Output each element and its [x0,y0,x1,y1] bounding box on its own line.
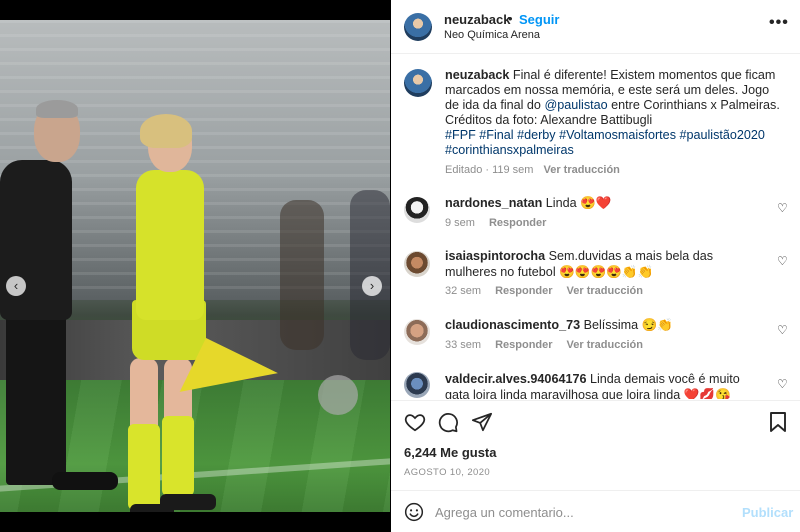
comment-text: claudionascimento_73 Belíssima 😏👏 [445,318,765,334]
comment-text: nardones_natan Linda 😍❤️ [445,196,765,212]
next-arrow-icon[interactable]: › [362,276,382,296]
post-date: AGOSTO 10, 2020 [404,467,491,478]
coach-legs [6,315,66,485]
author-username[interactable]: neuzaback [444,12,510,27]
pitchside-microphone [318,375,358,415]
hashtags[interactable]: #FPF #Final #derby #Voltamosmaisfortes #… [445,128,785,158]
comment-body: Belíssima 😏👏 [583,318,674,332]
caption-avatar[interactable] [404,69,432,97]
commenter-avatar[interactable] [404,319,430,345]
referee-sock [162,416,194,496]
see-translation-button[interactable]: Ver traducción [567,339,643,351]
referee-sock [128,424,160,510]
comment-time: 9 sem [445,217,475,229]
referee-shoe [160,494,216,510]
comment-like-heart-icon[interactable]: ♡ [777,254,788,268]
post-side-panel: neuzaback • Seguir Neo Química Arena •••… [391,0,800,532]
instagram-post-modal: ‹ › neuzaback • Seguir Neo Química Arena… [0,0,800,532]
coach-hair [36,100,78,118]
comment-like-heart-icon[interactable]: ♡ [777,323,788,337]
post-header: neuzaback • Seguir Neo Química Arena ••• [391,0,800,54]
comment-meta: 33 sem Responder Ver traducción [445,339,643,351]
background-person [350,190,390,360]
comment-body: Linda 😍❤️ [545,196,612,210]
share-send-icon[interactable] [471,411,493,433]
mention-link[interactable]: @paulistao [544,98,607,112]
comment-meta: 32 sem Responder Ver traducción [445,285,643,297]
follow-button[interactable]: Seguir [519,12,559,27]
add-comment-bar: Publicar [391,490,800,532]
post-photo: ‹ › [0,20,390,512]
publish-button[interactable]: Publicar [742,505,793,520]
location-link[interactable]: Neo Química Arena [444,29,540,41]
save-bookmark-icon[interactable] [769,411,787,433]
like-heart-icon[interactable] [404,411,426,433]
commenter-avatar[interactable] [404,372,430,398]
comment-username[interactable]: claudionascimento_73 [445,318,580,332]
comment-username[interactable]: valdecir.alves.94064176 [445,372,586,386]
coach-jacket [0,160,72,320]
coach-shoe [52,472,118,490]
separator-dot: • [508,11,513,26]
reply-button[interactable]: Responder [489,217,546,229]
more-options-icon[interactable]: ••• [769,14,789,32]
comment-time: 32 sem [445,285,482,297]
caption-meta: Editado · 119 sem Ver traducción [445,163,785,178]
edited-time: Editado · 119 sem [445,164,534,176]
reply-button[interactable]: Responder [495,339,552,351]
comment-bubble-icon[interactable] [437,411,459,433]
commenter-avatar[interactable] [404,197,430,223]
see-translation-button[interactable]: Ver traducción [543,164,619,176]
comment-like-heart-icon[interactable]: ♡ [777,201,788,215]
comment-username[interactable]: nardones_natan [445,196,542,210]
comment-text: isaiaspintorocha Sem.duvidas a mais bela… [445,249,765,280]
referee-hair [140,114,192,148]
see-translation-button[interactable]: Ver traducción [567,285,643,297]
commenter-avatar[interactable] [404,251,430,277]
emoji-smile-icon[interactable] [404,502,424,522]
comment-time: 33 sem [445,339,482,351]
comments-list[interactable]: neuzaback Final é diferente! Existem mom… [391,55,800,399]
comment-username[interactable]: isaiaspintorocha [445,249,545,263]
referee-jersey [136,170,204,320]
comment-like-heart-icon[interactable]: ♡ [777,377,788,391]
likes-count[interactable]: 6,244 Me gusta [404,445,497,460]
comment-input[interactable] [435,501,725,523]
author-avatar[interactable] [404,13,432,41]
caption-username[interactable]: neuzaback [445,68,509,82]
comment-text: valdecir.alves.94064176 Linda demais voc… [445,372,765,399]
reply-button[interactable]: Responder [495,285,552,297]
post-caption: neuzaback Final é diferente! Existem mom… [445,68,785,178]
prev-arrow-icon[interactable]: ‹ [6,276,26,296]
background-person [280,200,324,350]
comment-meta: 9 sem Responder [445,217,546,229]
